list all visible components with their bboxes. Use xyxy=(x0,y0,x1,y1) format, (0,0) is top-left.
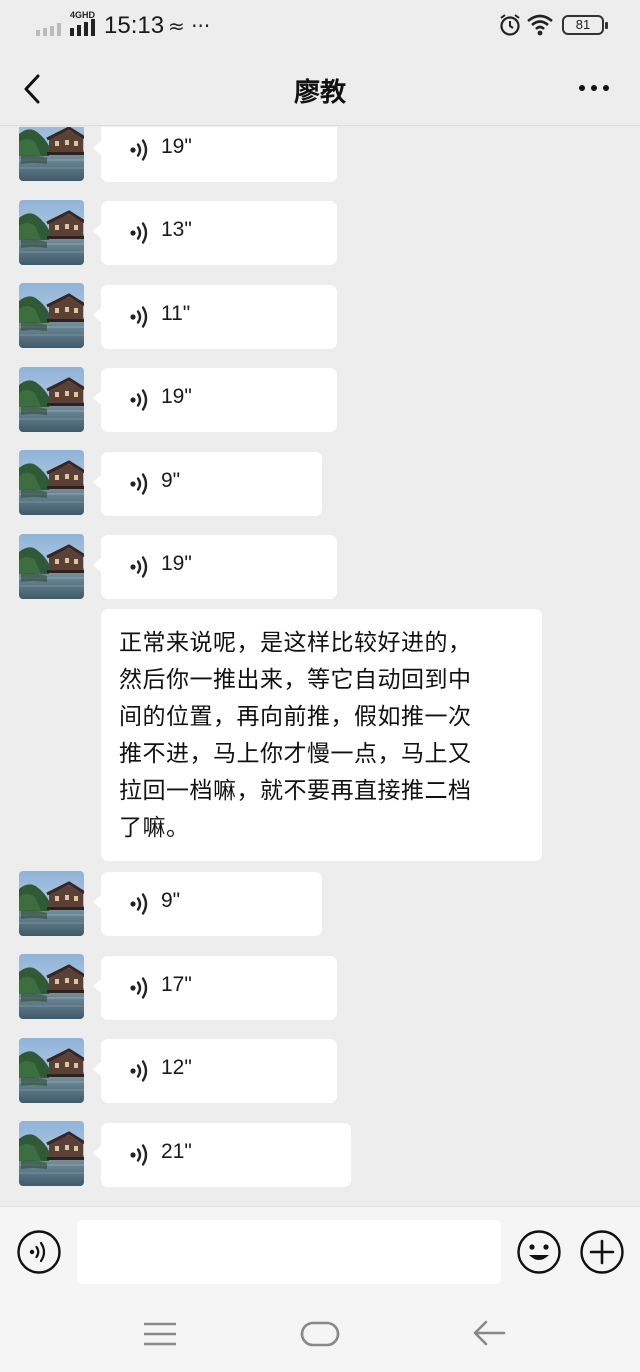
voice-message[interactable]: 12" xyxy=(93,1039,337,1103)
voice-playback-icon xyxy=(129,388,151,412)
voice-message[interactable]: 11" xyxy=(93,285,337,349)
contact-avatar[interactable] xyxy=(19,954,84,1019)
status-extra-icons: ≈ ··· xyxy=(168,14,211,38)
input-bar xyxy=(0,1206,640,1296)
contact-avatar[interactable] xyxy=(19,127,84,181)
voice-duration: 19" xyxy=(161,385,192,408)
system-nav-bar xyxy=(0,1296,640,1372)
text-message-line: 拉回一档嘛，就不要再直接推二档 xyxy=(119,778,472,804)
voice-mode-icon[interactable] xyxy=(16,1229,62,1275)
voice-playback-icon xyxy=(129,976,151,1000)
plus-icon[interactable] xyxy=(579,1229,625,1275)
text-message-line: 然后你一推出来，等它自动回到中 xyxy=(119,667,472,693)
status-time: 15:13 xyxy=(104,12,165,39)
emoji-icon[interactable] xyxy=(516,1229,562,1275)
contact-avatar[interactable] xyxy=(19,367,84,432)
voice-playback-icon xyxy=(129,1059,151,1083)
voice-duration: 13" xyxy=(161,218,192,241)
text-message-line: 推不进，马上你才慢一点，马上又 xyxy=(119,741,472,767)
voice-duration: 9" xyxy=(161,889,181,912)
voice-duration: 12" xyxy=(161,1056,192,1079)
voice-playback-icon xyxy=(129,1143,151,1167)
voice-playback-icon xyxy=(129,305,151,329)
voice-duration: 11" xyxy=(161,302,191,325)
voice-message[interactable]: 19" xyxy=(93,535,337,599)
contact-avatar[interactable] xyxy=(19,450,84,515)
menu-icon[interactable] xyxy=(142,1320,178,1348)
voice-playback-icon xyxy=(129,555,151,579)
voice-message[interactable]: 13" xyxy=(93,201,337,265)
text-message-line: 间的位置，再向前推，假如推一次 xyxy=(119,704,472,730)
contact-avatar[interactable] xyxy=(19,283,84,348)
text-message-line: 了嘛。 xyxy=(119,815,190,841)
voice-playback-icon xyxy=(129,892,151,916)
contact-avatar[interactable] xyxy=(19,871,84,936)
wifi-icon xyxy=(527,14,553,36)
battery-icon: 81 xyxy=(562,15,608,35)
contact-avatar[interactable] xyxy=(19,1121,84,1186)
message-input[interactable] xyxy=(77,1220,501,1284)
voice-message[interactable]: 19" xyxy=(93,127,337,182)
contact-avatar[interactable] xyxy=(19,534,84,599)
text-message[interactable]: 正常来说呢，是这样比较好进的， 然后你一推出来，等它自动回到中 间的位置，再向前… xyxy=(101,609,542,861)
chat-title: 廖教 xyxy=(293,78,346,108)
chat-header: 廖教 xyxy=(0,52,640,126)
message-list[interactable]: 19" 13" 11" 19" 9" 19" 正常来说呢，是这样比较好进的， 然… xyxy=(0,127,640,1205)
back-icon[interactable] xyxy=(472,1318,506,1348)
voice-playback-icon xyxy=(129,138,151,162)
voice-duration: 17" xyxy=(161,973,192,996)
home-icon[interactable] xyxy=(300,1320,340,1348)
contact-avatar[interactable] xyxy=(19,200,84,265)
voice-duration: 19" xyxy=(161,135,192,158)
text-message-line: 正常来说呢，是这样比较好进的， xyxy=(119,630,472,656)
alarm-icon xyxy=(500,14,520,36)
status-bar: 4GHD 15:13 ≈ ··· 81 xyxy=(0,0,640,52)
network-type: 4GHD xyxy=(70,10,96,20)
voice-message[interactable]: 9" xyxy=(93,452,322,516)
contact-avatar[interactable] xyxy=(19,1038,84,1103)
signal-icon xyxy=(36,19,95,36)
voice-message[interactable]: 17" xyxy=(93,956,337,1020)
voice-message[interactable]: 21" xyxy=(93,1123,351,1187)
more-icon[interactable] xyxy=(574,78,614,98)
voice-playback-icon xyxy=(129,221,151,245)
voice-message[interactable]: 19" xyxy=(93,368,337,432)
voice-duration: 19" xyxy=(161,552,192,575)
voice-duration: 9" xyxy=(161,469,181,492)
voice-playback-icon xyxy=(129,472,151,496)
voice-message[interactable]: 9" xyxy=(93,872,322,936)
voice-duration: 21" xyxy=(161,1140,192,1163)
